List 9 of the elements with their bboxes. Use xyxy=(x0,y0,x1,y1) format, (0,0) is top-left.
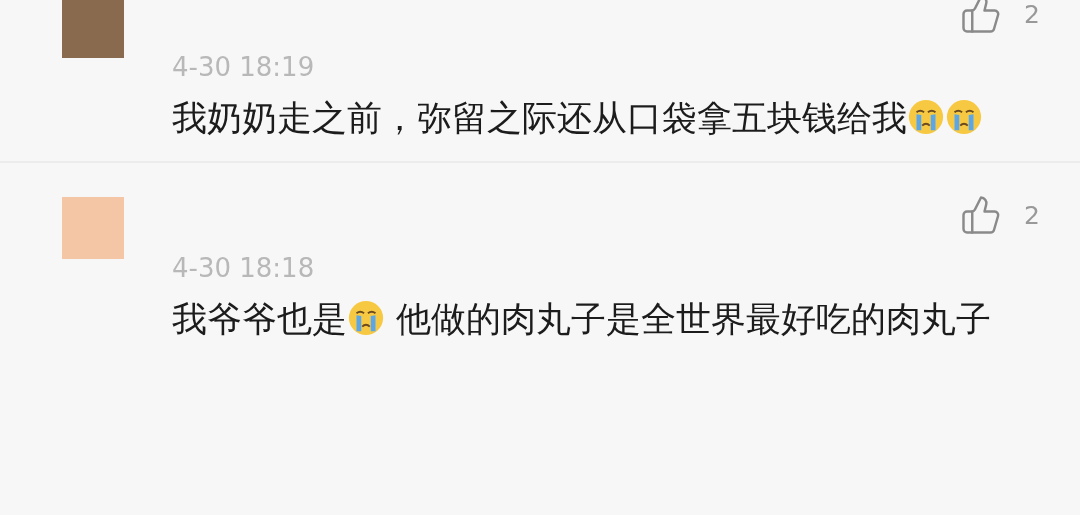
comment-time: 4-30 18:18 xyxy=(172,253,315,283)
crying-emoji-icon xyxy=(945,98,983,136)
crying-emoji-icon xyxy=(347,299,385,337)
comment-text: 我奶奶走之前，弥留之际还从口袋拿五块钱给我 xyxy=(172,90,1002,147)
like-count: 2 xyxy=(1024,0,1040,29)
comment-text: 我爷爷也是 他做的肉丸子是全世界最好吃的肉丸子 xyxy=(172,298,993,341)
comment-time: 4-30 18:19 xyxy=(172,52,315,82)
crying-emoji-icon xyxy=(907,98,945,136)
like-count: 2 xyxy=(1024,200,1040,230)
